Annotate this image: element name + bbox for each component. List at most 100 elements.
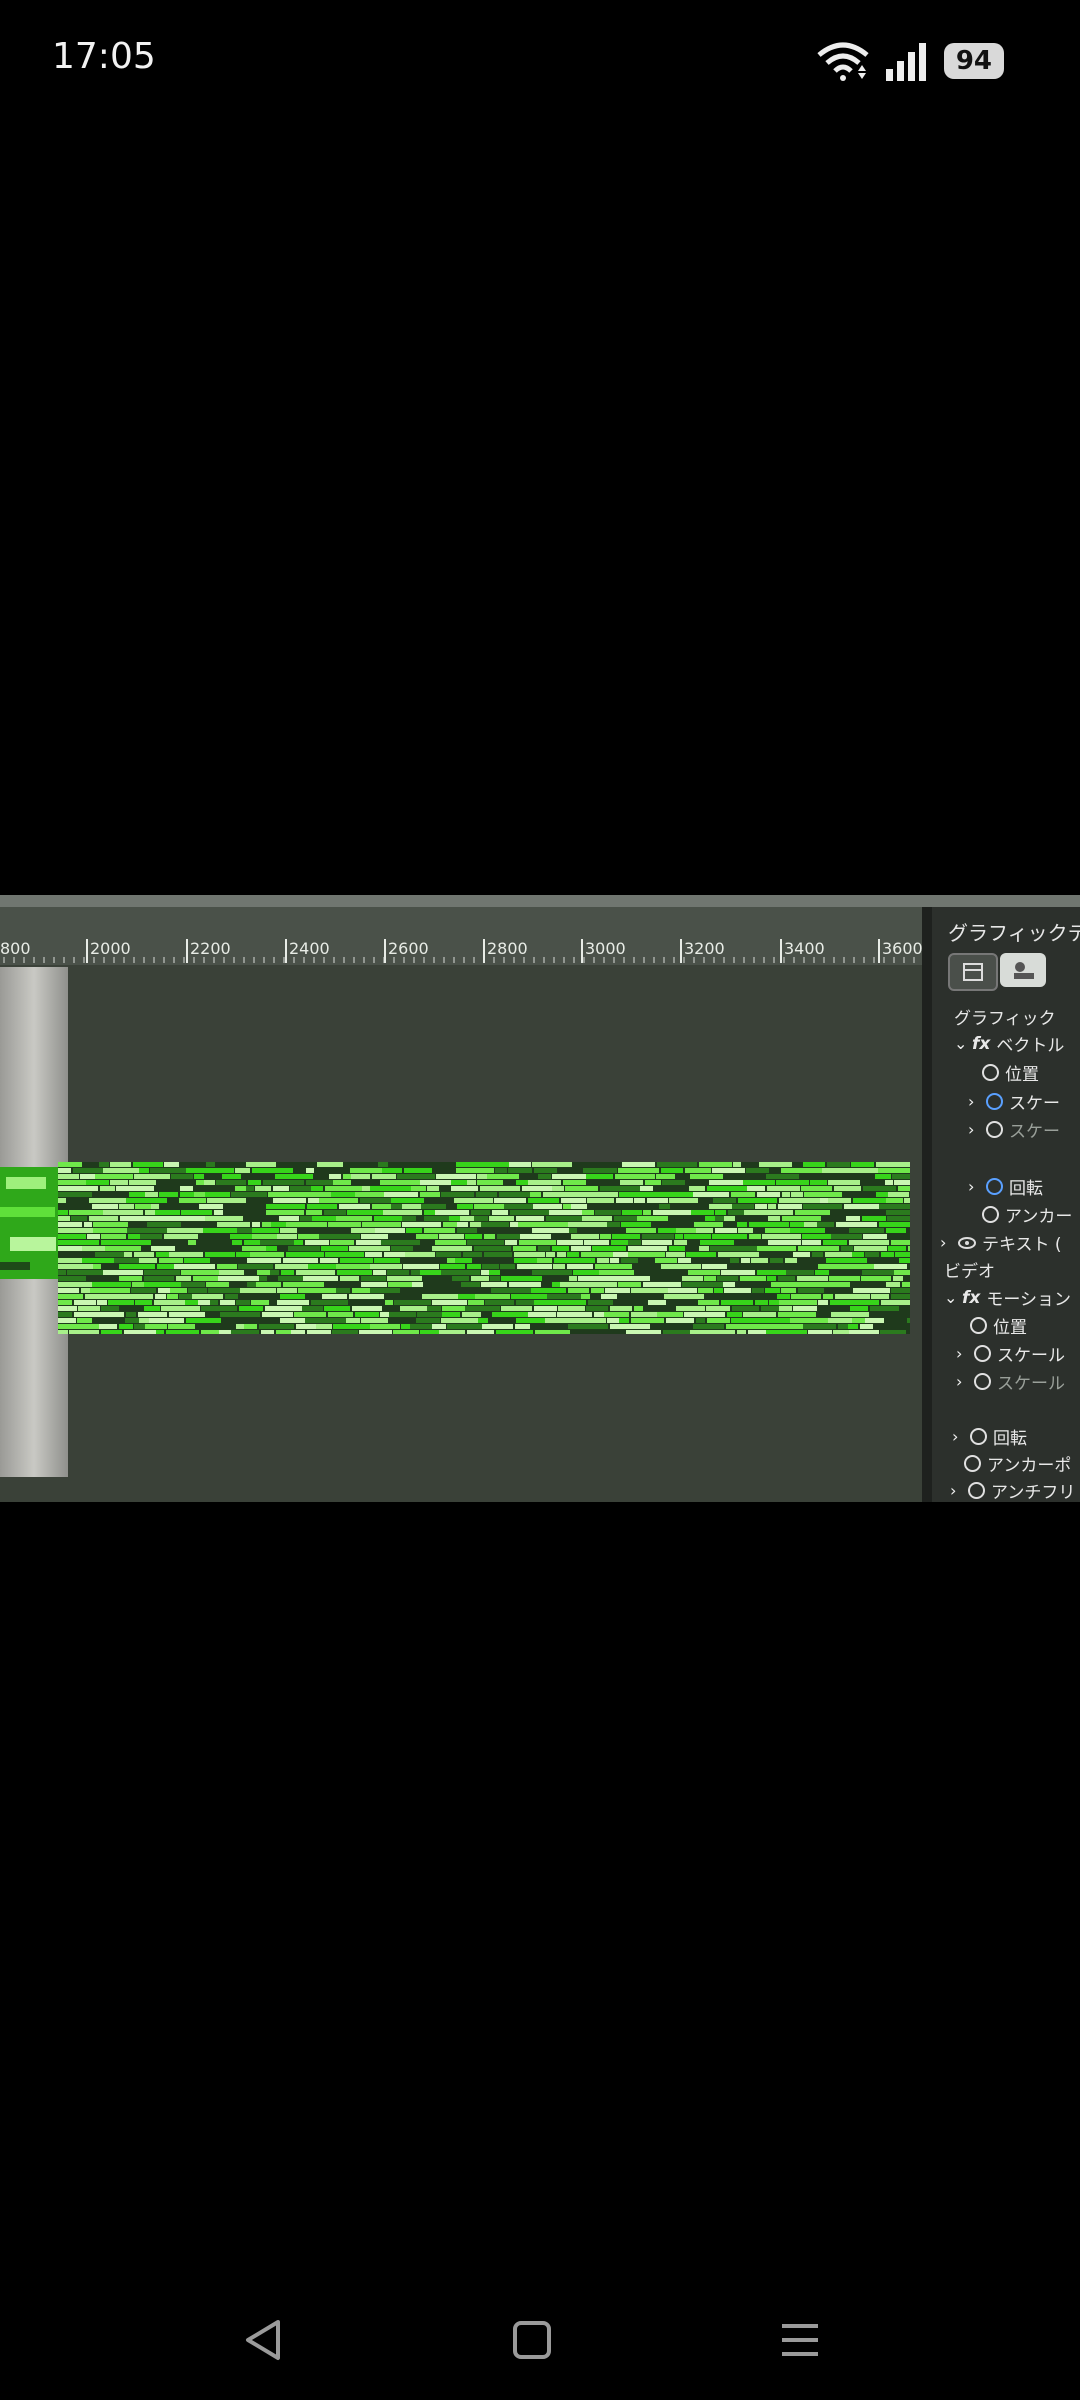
param-rotation[interactable]: › 回転: [952, 1424, 1027, 1449]
stopwatch-icon[interactable]: [982, 1064, 999, 1081]
glitch-block: [762, 1234, 801, 1239]
chevron-right-icon[interactable]: ›: [968, 1120, 980, 1139]
fx-icon[interactable]: fx: [972, 1034, 990, 1054]
glitch-block: [688, 1270, 720, 1275]
param-scale[interactable]: › スケール: [956, 1341, 1065, 1366]
glitch-block: [538, 1246, 550, 1251]
chevron-right-icon[interactable]: ›: [956, 1344, 968, 1363]
param-anchor[interactable]: アンカー: [982, 1202, 1072, 1227]
chevron-right-icon[interactable]: ›: [950, 1481, 962, 1500]
glitch-block: [874, 1264, 907, 1269]
glitch-block: [528, 1198, 559, 1203]
param-anchor[interactable]: アンカーポ: [964, 1451, 1071, 1476]
glitch-block: [546, 1216, 582, 1221]
stopwatch-icon[interactable]: [974, 1345, 991, 1362]
back-icon[interactable]: [234, 2310, 294, 2370]
glitch-block: [417, 1312, 442, 1317]
layer-label: テキスト (: [982, 1235, 1062, 1255]
home-icon[interactable]: [502, 2310, 562, 2370]
glitch-block: [375, 1228, 405, 1233]
glitch-block: [161, 1306, 174, 1311]
glitch-block: [508, 1168, 532, 1173]
glitch-block: [781, 1168, 822, 1173]
glitch-block: [196, 1240, 230, 1245]
stopwatch-icon[interactable]: [986, 1178, 1003, 1195]
glitch-block: [205, 1192, 230, 1197]
glitch-block: [619, 1318, 629, 1323]
glitch-block: [217, 1222, 250, 1227]
param-scale-width[interactable]: › スケー: [968, 1117, 1060, 1142]
chevron-right-icon[interactable]: ›: [968, 1092, 980, 1111]
stopwatch-icon[interactable]: [970, 1428, 987, 1445]
glitch-block: [58, 1162, 82, 1167]
glitch-block: [330, 1240, 354, 1245]
chevron-down-icon[interactable]: ⌄: [944, 1288, 957, 1307]
glitch-block: [116, 1186, 154, 1191]
glitch-block: [328, 1312, 353, 1317]
stopwatch-icon[interactable]: [986, 1121, 1003, 1138]
text-layer[interactable]: › テキスト (: [940, 1230, 1062, 1255]
chevron-right-icon[interactable]: ›: [968, 1177, 980, 1196]
stopwatch-icon[interactable]: [964, 1455, 981, 1472]
glitch-block: [539, 1180, 561, 1185]
param-antiflicker[interactable]: › アンチフリ: [950, 1478, 1075, 1502]
glitch-block: [881, 1300, 910, 1305]
stopwatch-icon[interactable]: [970, 1317, 987, 1334]
glitch-block: [181, 1282, 205, 1287]
glitch-block: [468, 1300, 484, 1305]
ruler-major-tick: [384, 939, 386, 963]
glitch-block: [907, 1324, 910, 1329]
glitch-block: [84, 1222, 92, 1227]
glitch-block: [531, 1288, 566, 1293]
stopwatch-icon[interactable]: [982, 1206, 999, 1223]
glitch-block: [621, 1258, 638, 1263]
glitch-block: [184, 1216, 205, 1221]
ruler-major-tick: [680, 939, 682, 963]
glitch-block: [568, 1288, 589, 1293]
glitch-block: [794, 1162, 802, 1167]
effect-vector-motion[interactable]: ⌄ fx ベクトル: [954, 1031, 1064, 1057]
glitch-block: [71, 1216, 87, 1221]
glitch-block: [421, 1240, 435, 1245]
stopwatch-icon[interactable]: [974, 1373, 991, 1390]
glitch-block: [789, 1240, 801, 1245]
chevron-down-icon[interactable]: ⌄: [954, 1034, 967, 1053]
glitch-block: [333, 1324, 370, 1329]
navigation-bar: [0, 2280, 1080, 2400]
recents-icon[interactable]: [770, 2310, 830, 2370]
glitch-block: [386, 1294, 411, 1299]
glitch-block: [452, 1276, 469, 1281]
glitch-block: [474, 1216, 488, 1221]
param-position[interactable]: 位置: [982, 1060, 1039, 1085]
glitch-block: [791, 1294, 821, 1299]
glitch-block: [312, 1216, 336, 1221]
param-scale[interactable]: › スケー: [968, 1089, 1060, 1114]
chevron-right-icon[interactable]: ›: [940, 1233, 952, 1252]
glitch-block: [613, 1252, 628, 1257]
effect-motion[interactable]: ⌄ fx モーション: [944, 1285, 1071, 1311]
chevron-right-icon[interactable]: ›: [952, 1427, 964, 1446]
eye-icon[interactable]: [958, 1236, 976, 1249]
glitch-block: [634, 1270, 646, 1275]
param-rotation[interactable]: › 回転: [968, 1174, 1043, 1199]
layout-button[interactable]: [948, 953, 998, 991]
stopwatch-icon[interactable]: [986, 1093, 1003, 1110]
param-scale-width[interactable]: › スケール: [956, 1369, 1065, 1394]
glitch-block: [365, 1252, 382, 1257]
transform-button[interactable]: [1000, 953, 1046, 987]
glitch-block: [766, 1330, 807, 1334]
glitch-block: [151, 1246, 175, 1251]
stopwatch-icon[interactable]: [968, 1482, 985, 1499]
glitch-block: [196, 1180, 204, 1185]
glitch-block: [331, 1192, 355, 1197]
glitch-block: [443, 1222, 457, 1227]
fx-icon[interactable]: fx: [962, 1288, 980, 1308]
glitch-block: [634, 1264, 660, 1269]
glitch-block: [904, 1240, 910, 1245]
param-position[interactable]: 位置: [970, 1313, 1027, 1338]
glitch-block: [588, 1300, 613, 1305]
ruler-label: 3600: [882, 939, 923, 958]
chevron-right-icon[interactable]: ›: [956, 1372, 968, 1391]
glitch-block: [690, 1330, 701, 1334]
glitch-block: [469, 1282, 480, 1287]
